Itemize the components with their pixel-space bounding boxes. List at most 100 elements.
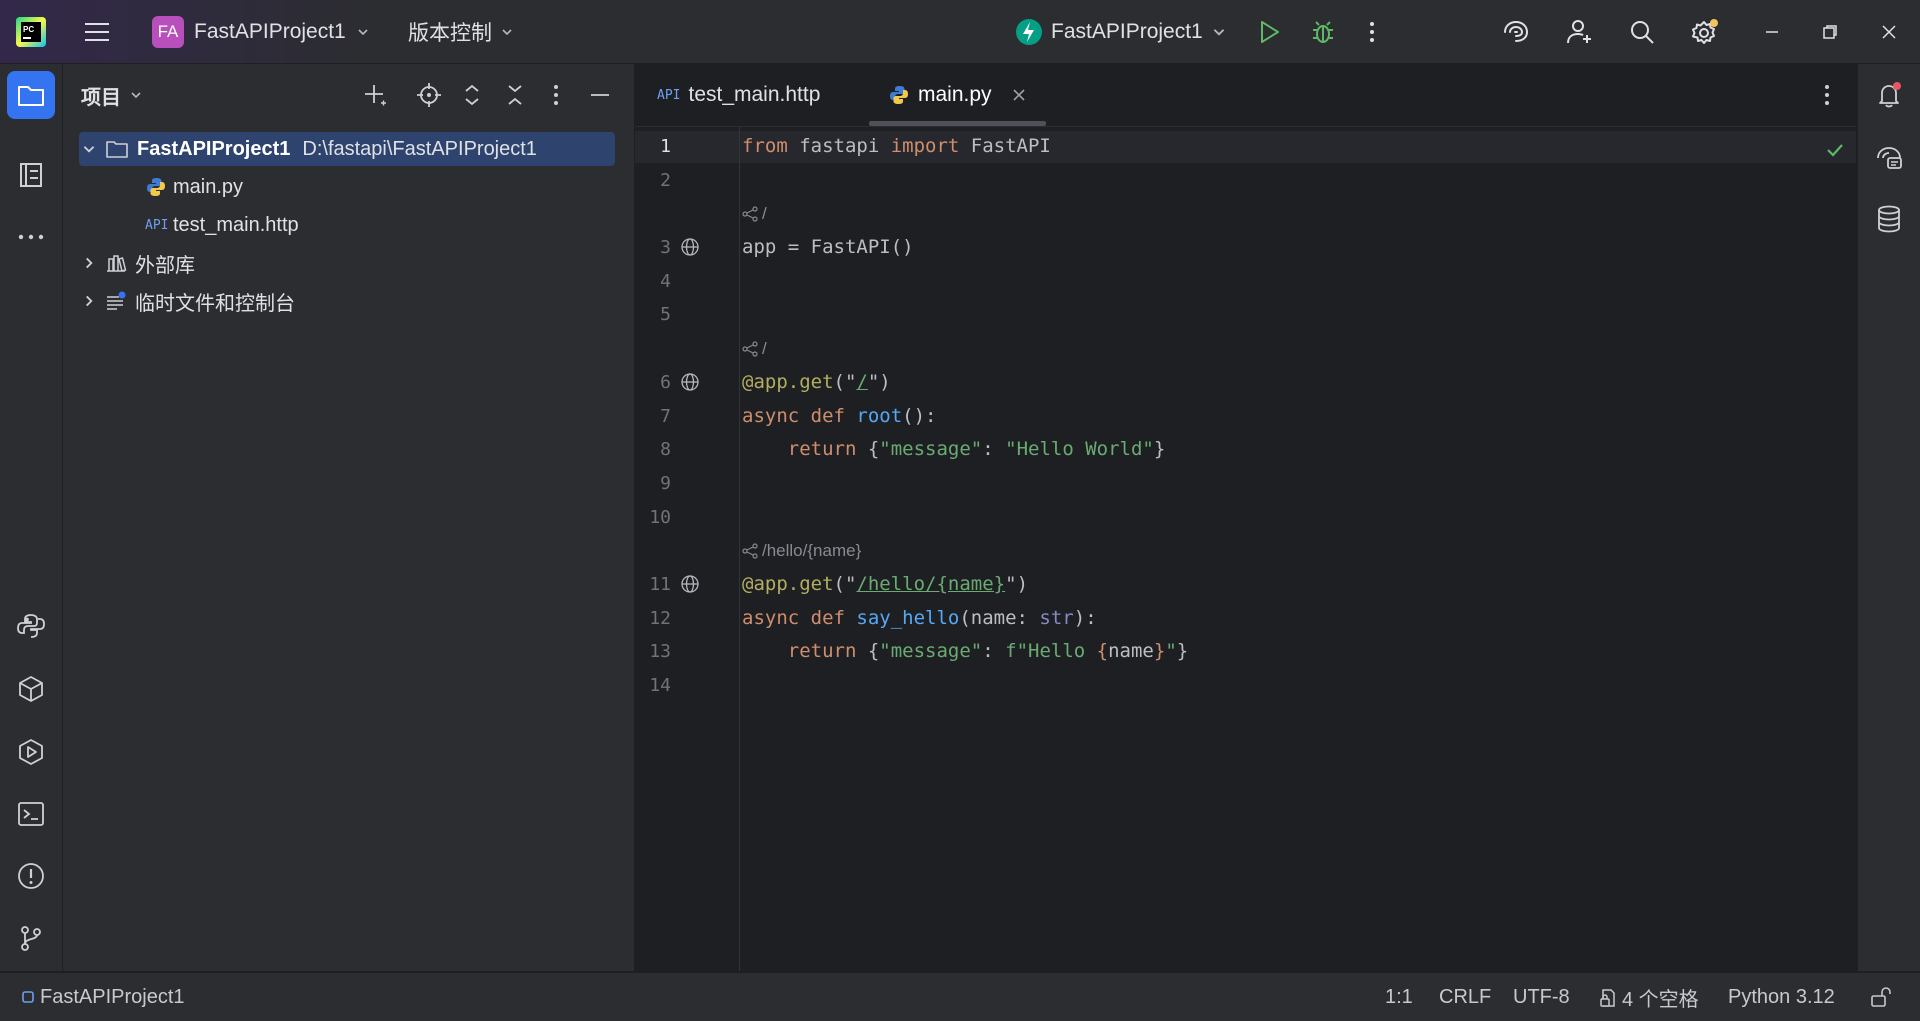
add-user-icon[interactable] bbox=[1565, 0, 1595, 63]
line-number: 14 bbox=[649, 675, 671, 696]
problems-button[interactable] bbox=[7, 852, 55, 900]
hide-panel-icon[interactable] bbox=[584, 79, 616, 111]
endpoint-inlay-hint[interactable]: / bbox=[742, 204, 767, 224]
close-tab-icon[interactable] bbox=[1012, 88, 1026, 102]
code-line-11[interactable]: @app.get("/hello/{name}") bbox=[742, 573, 1028, 595]
chevron-right-icon[interactable] bbox=[81, 293, 97, 309]
endpoint-globe-icon[interactable] bbox=[679, 371, 701, 393]
git-button[interactable] bbox=[7, 914, 55, 962]
readonly-lock-icon[interactable] bbox=[1869, 973, 1893, 1021]
code-line-7[interactable]: async def root(): bbox=[742, 405, 936, 427]
status-line-separator[interactable]: CRLF bbox=[1439, 973, 1491, 1021]
endpoint-globe-icon[interactable] bbox=[679, 236, 701, 258]
endpoint-globe-icon[interactable] bbox=[679, 573, 701, 595]
expand-all-icon[interactable] bbox=[456, 79, 488, 111]
code-token: app = FastAPI() bbox=[742, 236, 914, 258]
python-console-button[interactable] bbox=[7, 602, 55, 650]
services-button[interactable] bbox=[7, 728, 55, 776]
status-caret-position[interactable]: 1:1 bbox=[1385, 973, 1413, 1021]
hint-text: / bbox=[762, 339, 767, 358]
code-line-6[interactable]: @app.get("/") bbox=[742, 371, 891, 393]
run-config-selector[interactable]: FastAPIProject1 bbox=[1015, 0, 1227, 63]
search-icon[interactable] bbox=[1628, 0, 1656, 63]
project-view-selector[interactable]: 项目 bbox=[81, 64, 143, 126]
settings-gear-icon[interactable] bbox=[1690, 0, 1720, 63]
close-icon[interactable] bbox=[1879, 0, 1899, 63]
code-token: { bbox=[867, 640, 880, 662]
tree-item-main-py[interactable]: main.py bbox=[145, 169, 243, 205]
code-token: async def bbox=[742, 607, 857, 629]
chevron-down-icon[interactable] bbox=[81, 141, 97, 157]
tab-main-py[interactable]: main.py bbox=[888, 64, 1026, 126]
status-encoding[interactable]: UTF-8 bbox=[1513, 973, 1570, 1021]
line-number: 8 bbox=[660, 439, 671, 460]
code-line-12[interactable]: async def say_hello(name: str): bbox=[742, 607, 1097, 629]
gutter-divider bbox=[739, 127, 740, 971]
code-token: : bbox=[982, 438, 1006, 460]
code-token: async def bbox=[742, 405, 857, 427]
code-token: say_hello bbox=[856, 607, 960, 629]
status-indent[interactable]: 4 个空格 bbox=[1598, 973, 1699, 1021]
ai-assistant-icon[interactable] bbox=[1501, 0, 1531, 63]
code-token: ): bbox=[1073, 607, 1097, 629]
code-line-3[interactable]: app = FastAPI() bbox=[742, 236, 914, 258]
python-packages-button[interactable] bbox=[7, 665, 55, 713]
notifications-bell-icon[interactable] bbox=[1865, 71, 1913, 119]
ai-chat-icon[interactable] bbox=[1865, 134, 1913, 182]
tab-options-icon[interactable] bbox=[1811, 79, 1843, 111]
code-token: root bbox=[856, 405, 903, 427]
tree-item-label: 临时文件和控制台 bbox=[135, 292, 295, 315]
fastapi-icon bbox=[1015, 18, 1043, 46]
tree-item-scratches[interactable]: 临时文件和控制台 bbox=[81, 283, 295, 319]
status-project-breadcrumb[interactable]: FastAPIProject1 bbox=[22, 973, 185, 1021]
collapse-all-icon[interactable] bbox=[499, 79, 531, 111]
more-actions-icon[interactable] bbox=[1367, 0, 1377, 63]
database-icon[interactable] bbox=[1865, 195, 1913, 243]
code-token: return bbox=[742, 640, 868, 662]
title-bar: PC FA FastAPIProject1 版本控制 FastAPIProjec… bbox=[0, 0, 1920, 64]
tree-item-label: main.py bbox=[173, 175, 244, 198]
code-token: str bbox=[1039, 607, 1074, 629]
vcs-menu[interactable]: 版本控制 bbox=[408, 0, 514, 63]
select-opened-file-icon[interactable] bbox=[413, 79, 445, 111]
tree-item-label: test_main.http bbox=[173, 213, 299, 236]
more-tools-button[interactable] bbox=[7, 213, 55, 261]
endpoint-inlay-hint[interactable]: / bbox=[742, 339, 767, 359]
left-tool-strip bbox=[0, 64, 63, 971]
tab-test-main-http[interactable]: API test_main.http bbox=[657, 64, 820, 126]
project-switcher[interactable]: FA FastAPIProject1 bbox=[152, 0, 370, 63]
code-line-13[interactable]: return {"message": f"Hello {name}"} bbox=[742, 640, 1188, 662]
status-interpreter[interactable]: Python 3.12 bbox=[1728, 973, 1835, 1021]
tab-label: main.py bbox=[918, 83, 992, 106]
vcs-label: 版本控制 bbox=[408, 21, 492, 45]
tree-item-external-libraries[interactable]: 外部库 bbox=[81, 245, 195, 281]
share-endpoint-icon bbox=[742, 341, 758, 357]
inspection-ok-check-icon[interactable] bbox=[1823, 138, 1847, 162]
tree-item-project-root[interactable]: FastAPIProject1 D:\fastapi\FastAPIProjec… bbox=[81, 131, 537, 167]
tree-item-test-main-http[interactable]: API test_main.http bbox=[145, 207, 299, 243]
main-menu-button[interactable] bbox=[82, 0, 112, 63]
code-token: fastapi bbox=[787, 135, 891, 157]
status-bar: FastAPIProject1 1:1 CRLF UTF-8 4 个空格 Pyt… bbox=[0, 972, 1920, 1021]
terminal-button[interactable] bbox=[7, 790, 55, 838]
panel-options-icon[interactable] bbox=[540, 79, 572, 111]
code-line-1[interactable]: from fastapi import FastAPI bbox=[742, 135, 1051, 157]
pycharm-logo-icon[interactable]: PC bbox=[15, 0, 47, 63]
code-line-8[interactable]: return {"message": "Hello World"} bbox=[742, 438, 1166, 460]
scratches-icon bbox=[105, 291, 127, 311]
module-square-icon bbox=[22, 991, 34, 1003]
endpoint-inlay-hint[interactable]: /hello/{name} bbox=[742, 541, 861, 561]
project-badge: FA bbox=[152, 15, 184, 48]
code-token: /hello/{name} bbox=[856, 573, 1006, 595]
minimize-icon[interactable] bbox=[1762, 0, 1782, 63]
services-icon bbox=[19, 739, 43, 765]
run-icon[interactable] bbox=[1256, 0, 1282, 63]
ellipsis-icon bbox=[18, 234, 44, 240]
debug-icon[interactable] bbox=[1309, 0, 1337, 63]
new-file-icon[interactable] bbox=[359, 79, 391, 111]
chevron-right-icon[interactable] bbox=[81, 255, 97, 271]
project-tool-button[interactable] bbox=[7, 71, 55, 119]
structure-icon bbox=[20, 163, 42, 187]
restore-icon[interactable] bbox=[1820, 0, 1840, 63]
structure-tool-button[interactable] bbox=[7, 151, 55, 199]
